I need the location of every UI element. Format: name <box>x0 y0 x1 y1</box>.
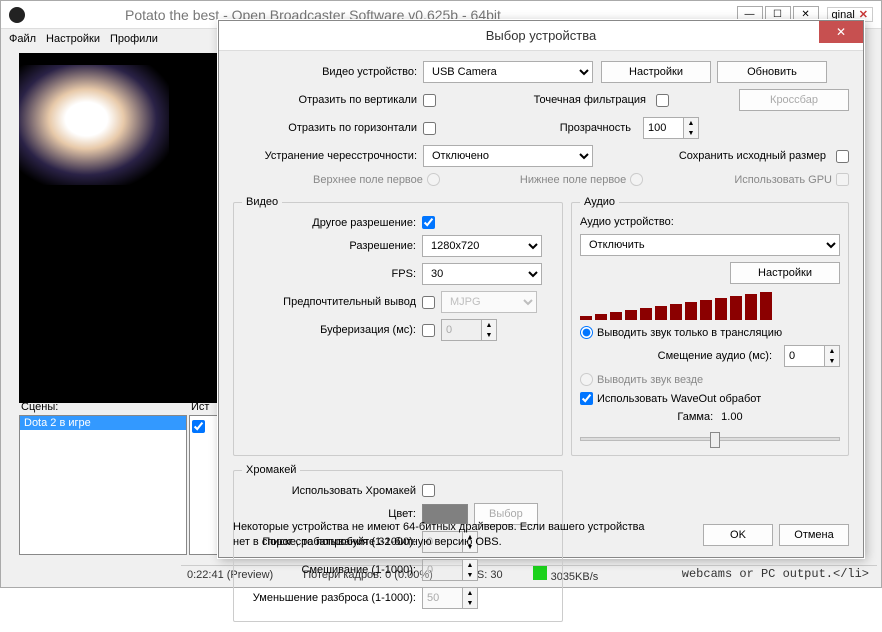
audio-device-select[interactable]: Отключить <box>580 234 840 256</box>
waveout-checkbox[interactable] <box>580 392 593 405</box>
audio-group: Аудио Аудио устройство: Отключить Настро… <box>571 196 849 456</box>
video-legend: Видео <box>242 196 282 208</box>
scenes-list[interactable]: Dota 2 в игре <box>19 415 187 555</box>
output-format-select: MJPG <box>441 291 537 313</box>
obs-icon <box>9 7 25 23</box>
audio-meter <box>580 290 840 320</box>
audio-device-label: Аудио устройство: <box>580 216 674 228</box>
buffering-spinner[interactable]: ▲▼ <box>441 319 497 341</box>
flip-h-label: Отразить по горизонтали <box>233 122 423 134</box>
gamma-value: 1.00 <box>721 411 742 423</box>
broadcast-only-label: Выводить звук только в трансляцию <box>597 327 782 339</box>
preferred-output-label: Предпочтительный вывод <box>242 296 422 308</box>
everywhere-label: Выводить звук везде <box>597 374 703 386</box>
flip-v-checkbox[interactable] <box>423 94 436 107</box>
deinterlace-label: Устранение чересстрочности: <box>233 150 423 162</box>
upper-first-radio <box>427 173 440 186</box>
sources-list[interactable] <box>189 415 219 555</box>
preview-area <box>19 53 219 403</box>
device-dialog: Выбор устройства ✕ Видео устройство: USB… <box>218 20 864 558</box>
color-label: Цвет: <box>242 508 422 520</box>
source-checkbox[interactable] <box>192 420 205 433</box>
audio-offset-label: Смещение аудио (мс): <box>658 350 778 362</box>
sources-label: Ист <box>189 399 219 415</box>
video-device-select[interactable]: USB Camera <box>423 61 593 83</box>
flip-v-label: Отразить по вертикали <box>233 94 423 106</box>
spill-label: Уменьшение разброса (1-1000): <box>242 592 422 604</box>
upper-first-label: Верхнее поле первое <box>313 174 423 186</box>
use-gpu-label: Использовать GPU <box>734 174 832 186</box>
use-chroma-label: Использовать Хромакей <box>242 485 422 497</box>
opacity-label: Прозрачность <box>560 122 637 134</box>
fps-select[interactable]: 30 <box>422 263 542 285</box>
buffering-label: Буферизация (мс): <box>242 324 422 336</box>
everywhere-radio <box>580 373 593 386</box>
webcam-thumbnail <box>19 65 169 185</box>
spill-spinner: ▲▼ <box>422 587 478 609</box>
point-filter-label: Точечная фильтрация <box>534 94 652 106</box>
video-group: Видео Другое разрешение: Разрешение:1280… <box>233 196 563 456</box>
ok-button[interactable]: OK <box>703 524 773 546</box>
keep-size-label: Сохранить исходный размер <box>679 150 832 162</box>
dialog-titlebar: Выбор устройства ✕ <box>219 21 863 51</box>
resolution-select[interactable]: 1280x720 <box>422 235 542 257</box>
buffering-checkbox[interactable] <box>422 324 435 337</box>
scenes-label: Сцены: <box>19 399 187 415</box>
cancel-button[interactable]: Отмена <box>779 524 849 546</box>
fps-label: FPS: <box>242 268 422 280</box>
audio-offset-spinner[interactable]: ▲▼ <box>784 345 840 367</box>
lower-first-radio <box>630 173 643 186</box>
lower-first-label: Нижнее поле первое <box>520 174 626 186</box>
driver-note: Некоторые устройства не имеют 64-битных … <box>233 520 653 549</box>
menu-settings[interactable]: Настройки <box>46 33 100 45</box>
crossbar-button: Кроссбар <box>739 89 849 111</box>
keep-size-checkbox[interactable] <box>836 150 849 163</box>
use-chroma-checkbox[interactable] <box>422 484 435 497</box>
video-device-label: Видео устройство: <box>233 66 423 78</box>
preferred-output-checkbox[interactable] <box>422 296 435 309</box>
dialog-title: Выбор устройства <box>486 28 597 43</box>
blend-label: Смешивание (1-1000): <box>242 564 422 576</box>
gamma-slider[interactable] <box>580 429 840 449</box>
use-gpu-checkbox <box>836 173 849 186</box>
audio-legend: Аудио <box>580 196 619 208</box>
chroma-legend: Хромакей <box>242 464 300 476</box>
resolution-label: Разрешение: <box>242 240 422 252</box>
audio-settings-button[interactable]: Настройки <box>730 262 840 284</box>
broadcast-only-radio[interactable] <box>580 326 593 339</box>
flip-h-checkbox[interactable] <box>423 122 436 135</box>
point-filter-checkbox[interactable] <box>656 94 669 107</box>
waveout-label: Использовать WaveOut обработ <box>597 393 761 405</box>
blend-spinner: ▲▼ <box>422 559 478 581</box>
menu-profiles[interactable]: Профили <box>110 33 158 45</box>
update-button[interactable]: Обновить <box>717 61 827 83</box>
custom-res-checkbox[interactable] <box>422 216 435 229</box>
gamma-label: Гамма: <box>677 411 713 423</box>
menu-file[interactable]: Файл <box>9 33 36 45</box>
scene-item[interactable]: Dota 2 в игре <box>20 416 186 430</box>
custom-res-label: Другое разрешение: <box>242 217 422 229</box>
deinterlace-select[interactable]: Отключено <box>423 145 593 167</box>
opacity-spinner[interactable]: ▲▼ <box>643 117 699 139</box>
video-settings-button[interactable]: Настройки <box>601 61 711 83</box>
dialog-close-button[interactable]: ✕ <box>819 21 863 43</box>
